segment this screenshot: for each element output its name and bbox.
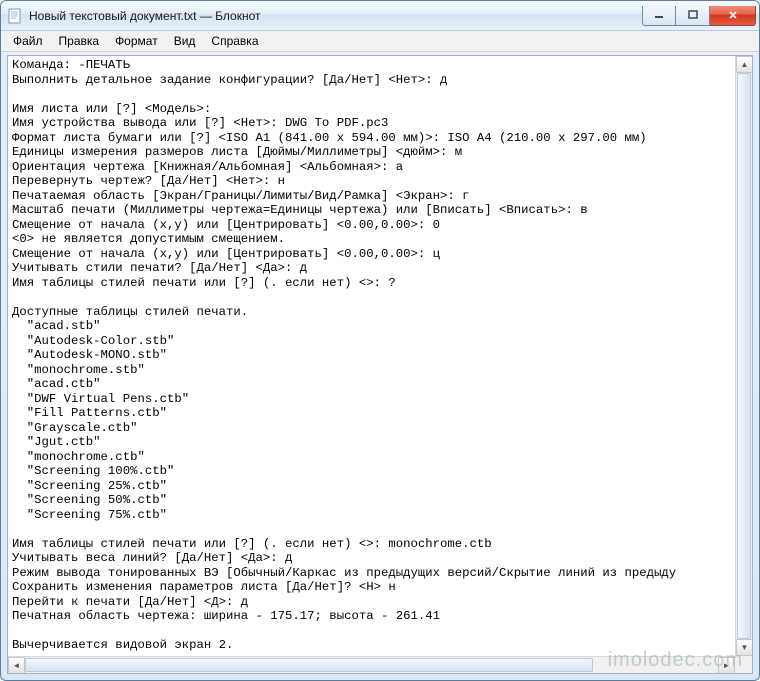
scroll-right-button[interactable]: ► bbox=[718, 657, 735, 674]
text-content[interactable]: Команда: -ПЕЧАТЬ Выполнить детальное зад… bbox=[8, 56, 752, 673]
scroll-corner bbox=[735, 656, 752, 673]
menubar: Файл Правка Формат Вид Справка bbox=[1, 31, 759, 52]
app-icon bbox=[7, 8, 23, 24]
notepad-window: Новый текстовый документ.txt — Блокнот Ф… bbox=[0, 0, 760, 681]
scroll-left-button[interactable]: ◄ bbox=[8, 657, 25, 674]
client-area: Команда: -ПЕЧАТЬ Выполнить детальное зад… bbox=[7, 55, 753, 674]
scroll-h-track[interactable] bbox=[25, 657, 718, 673]
menu-view[interactable]: Вид bbox=[166, 32, 204, 50]
window-title: Новый текстовый документ.txt — Блокнот bbox=[29, 9, 642, 23]
scroll-v-thumb[interactable] bbox=[737, 73, 751, 639]
window-controls bbox=[642, 6, 756, 26]
horizontal-scrollbar[interactable]: ◄ ► bbox=[8, 656, 735, 673]
menu-format[interactable]: Формат bbox=[107, 32, 166, 50]
scroll-v-track[interactable] bbox=[736, 73, 752, 639]
scroll-down-button[interactable]: ▼ bbox=[736, 639, 753, 656]
close-button[interactable] bbox=[710, 6, 756, 26]
titlebar[interactable]: Новый текстовый документ.txt — Блокнот bbox=[1, 1, 759, 31]
menu-help[interactable]: Справка bbox=[203, 32, 266, 50]
scroll-up-button[interactable]: ▲ bbox=[736, 56, 753, 73]
maximize-button[interactable] bbox=[676, 6, 710, 26]
vertical-scrollbar[interactable]: ▲ ▼ bbox=[735, 56, 752, 656]
minimize-button[interactable] bbox=[642, 6, 676, 26]
menu-file[interactable]: Файл bbox=[5, 32, 51, 50]
menu-edit[interactable]: Правка bbox=[51, 32, 108, 50]
scroll-h-thumb[interactable] bbox=[25, 658, 593, 672]
